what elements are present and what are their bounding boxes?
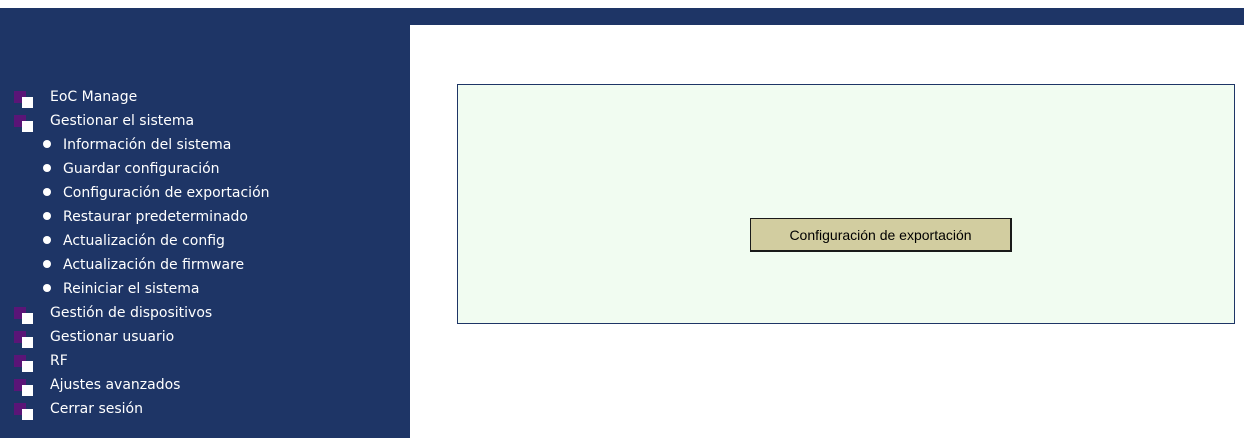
bullet-icon xyxy=(43,236,51,244)
sidebar-item-label: EoC Manage xyxy=(50,89,138,105)
export-config-button[interactable]: Configuración de exportación xyxy=(750,218,1012,252)
sidebar-subitem-label: Información del sistema xyxy=(63,137,232,153)
bullet-icon xyxy=(43,260,51,268)
sidebar-subitem-label: Actualización de config xyxy=(63,233,225,249)
folder-icon xyxy=(14,403,33,420)
sidebar-item-label: Gestionar el sistema xyxy=(50,113,195,129)
bullet-icon xyxy=(43,284,51,292)
folder-icon xyxy=(14,115,33,132)
sidebar-subitem-label: Actualización de firmware xyxy=(63,257,245,273)
folder-icon xyxy=(14,307,33,324)
sidebar-item-label: Gestionar usuario xyxy=(50,329,175,345)
bullet-icon xyxy=(43,188,51,196)
folder-icon xyxy=(14,379,33,396)
bullet-icon xyxy=(43,164,51,172)
sidebar-item-label: Ajustes avanzados xyxy=(50,377,181,393)
sidebar-subitem-label: Restaurar predeterminado xyxy=(63,209,248,225)
sidebar-item-label: RF xyxy=(50,353,68,369)
sidebar-subitem-label: Configuración de exportación xyxy=(63,185,270,201)
sidebar-subitem-label: Reiniciar el sistema xyxy=(63,281,200,297)
folder-icon xyxy=(14,91,33,108)
content-panel xyxy=(457,84,1235,324)
folder-icon xyxy=(14,331,33,348)
bullet-icon xyxy=(43,212,51,220)
sidebar-item-label: Gestión de dispositivos xyxy=(50,305,213,321)
folder-icon xyxy=(14,355,33,372)
bullet-icon xyxy=(43,140,51,148)
sidebar-subitem-label: Guardar configuración xyxy=(63,161,220,177)
sidebar-item-label: Cerrar sesión xyxy=(50,401,143,417)
sidebar: EoC Manage Gestionar el sistema Informac… xyxy=(0,8,410,438)
